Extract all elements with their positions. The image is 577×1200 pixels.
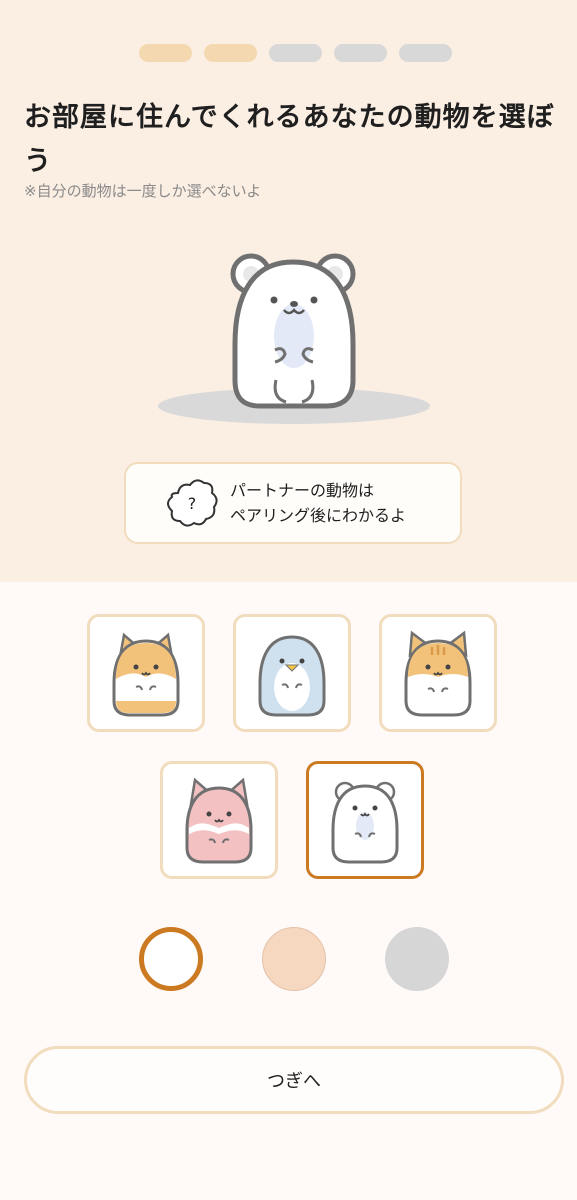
animal-card-tabby-cat[interactable]	[379, 614, 497, 732]
progress-step-3	[269, 44, 322, 62]
progress-steps	[139, 44, 452, 62]
shiba-dog-icon	[112, 632, 180, 717]
polar-bear-icon	[331, 781, 399, 864]
penguin-icon	[258, 635, 326, 717]
page-title: お部屋に住んでくれるあなたの動物を選ぼう	[24, 102, 555, 177]
selection-note: ※自分の動物は一度しか選べないよ	[24, 182, 262, 200]
color-swatch-gray[interactable]	[385, 927, 449, 991]
progress-step-5	[399, 44, 452, 62]
question-cloud-icon: ?	[167, 479, 218, 527]
next-button[interactable]: つぎへ	[24, 1046, 564, 1114]
partner-info-card: ? パートナーの動物は ペアリング後にわかるよ	[124, 462, 462, 544]
progress-step-4	[334, 44, 387, 62]
svg-text:?: ?	[188, 494, 197, 513]
animal-card-polar-bear[interactable]	[306, 761, 424, 879]
progress-step-1	[139, 44, 192, 62]
partner-info-line-2: ペアリング後にわかるよ	[230, 506, 407, 525]
partner-info-line-1: パートナーの動物は	[230, 481, 375, 500]
animal-card-shiba-dog[interactable]	[87, 614, 205, 732]
animal-card-pink-fox[interactable]	[160, 761, 278, 879]
top-panel: お部屋に住んでくれるあなたの動物を選ぼう ※自分の動物は一度しか選べないよ ? …	[0, 0, 577, 582]
partner-info-text: パートナーの動物は ペアリング後にわかるよ	[230, 478, 406, 528]
tabby-cat-icon	[404, 630, 472, 717]
color-swatch-white[interactable]	[139, 927, 203, 991]
color-swatch-peach[interactable]	[262, 927, 326, 991]
polar-bear-preview	[158, 253, 430, 424]
pink-fox-icon	[185, 777, 253, 864]
animal-card-penguin[interactable]	[233, 614, 351, 732]
progress-step-2	[204, 44, 257, 62]
